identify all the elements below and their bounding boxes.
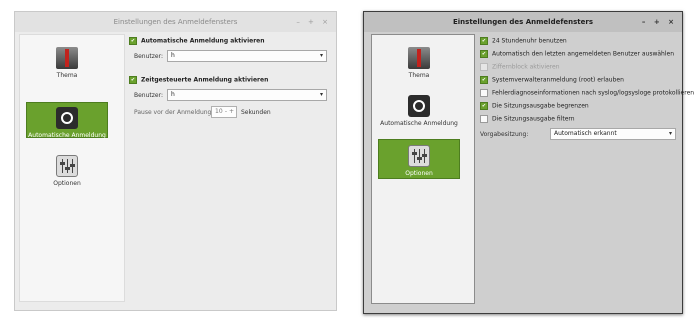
timed-login-checkbox[interactable]: ✔ Zeitgesteuerte Anmeldung aktivieren — [129, 76, 268, 84]
sidebar-item-label: Thema — [408, 72, 430, 79]
checkbox-disabled-icon — [480, 63, 488, 71]
sidebar-item-options[interactable]: Optionen — [378, 139, 460, 179]
pause-seconds-spinner[interactable]: 10 - + — [211, 106, 237, 118]
theme-icon — [56, 47, 78, 69]
option-filter-session-output[interactable]: Die Sitzungsausgabe filtern — [480, 115, 575, 123]
sidebar-item-label: Optionen — [405, 170, 433, 177]
sidebar-item-label: Optionen — [53, 180, 81, 187]
login-settings-window-right: Einstellungen des Anmeldefensters – + × … — [363, 11, 694, 314]
checkbox-checked-icon: ✔ — [480, 102, 488, 110]
spinner-buttons[interactable]: - + — [225, 107, 234, 117]
checkbox-checked-icon: ✔ — [129, 37, 137, 45]
sidebar-item-theme[interactable]: Thema — [26, 47, 108, 79]
user-label: Benutzer: — [134, 53, 163, 60]
title-bar: Einstellungen des Anmeldefensters – + × — [15, 12, 336, 32]
checkbox-checked-icon: ✔ — [129, 76, 137, 84]
sidebar-item-theme[interactable]: Thema — [378, 47, 460, 79]
checkbox-checked-icon: ✔ — [480, 37, 488, 45]
sidebar-item-auto-login[interactable]: Automatische Anmeldung — [378, 95, 460, 127]
window-title: Einstellungen des Anmeldefensters — [453, 18, 593, 26]
theme-icon — [408, 47, 430, 69]
title-bar: Einstellungen des Anmeldefensters – + × — [364, 12, 682, 32]
sidebar: Thema Automatische Anmeldung Optionen — [19, 34, 125, 302]
options-icon — [408, 145, 430, 167]
sidebar-item-auto-login[interactable]: Automatische Anmeldung — [26, 102, 108, 139]
options-icon — [56, 155, 78, 177]
sidebar-item-label: Automatische Anmeldung — [28, 132, 106, 139]
sidebar-item-options[interactable]: Optionen — [26, 155, 108, 187]
sidebar-item-label: Thema — [56, 72, 78, 79]
seconds-label: Sekunden — [241, 109, 271, 116]
window-controls[interactable]: – + × — [642, 12, 677, 32]
chevron-down-icon: ▾ — [319, 91, 323, 98]
window-controls[interactable]: – + × — [296, 12, 331, 32]
chevron-down-icon: ▾ — [319, 52, 323, 59]
auto-login-checkbox[interactable]: ✔ Automatische Anmeldung aktivieren — [129, 37, 265, 45]
checkbox-checked-icon: ✔ — [480, 76, 488, 84]
checkbox-unchecked-icon — [480, 115, 488, 123]
pause-label: Pause vor der Anmeldung: — [134, 109, 214, 116]
auto-login-panel: ✔ Automatische Anmeldung aktivieren Benut… — [129, 34, 333, 302]
auto-login-icon — [408, 95, 430, 117]
option-root-login[interactable]: ✔ Systemverwalteranmeldung (root) erlaube… — [480, 76, 624, 84]
window-title: Einstellungen des Anmeldefensters — [113, 18, 238, 26]
checkbox-unchecked-icon — [480, 89, 488, 97]
option-debug-syslog[interactable]: Fehlerdiagnoseinformationen nach syslog/… — [480, 89, 694, 97]
option-numlock: Ziffernblock aktivieren — [480, 63, 560, 71]
checkbox-checked-icon: ✔ — [480, 50, 488, 58]
timed-login-user-select[interactable]: h ▾ — [167, 89, 327, 101]
option-select-last-user[interactable]: ✔ Automatisch den letzten angemeldeten Be… — [480, 50, 674, 58]
login-settings-window-left: Einstellungen des Anmeldefensters – + × … — [14, 11, 337, 311]
chevron-down-icon: ▾ — [668, 130, 672, 137]
auto-login-icon — [56, 107, 78, 129]
option-limit-session-output[interactable]: ✔ Die Sitzungsausgabe begrenzen — [480, 102, 589, 110]
preset-session-label: Vorgabesitzung: — [480, 131, 529, 138]
option-24h-clock[interactable]: ✔ 24 Stundenuhr benutzen — [480, 37, 567, 45]
sidebar: Thema Automatische Anmeldung Optionen — [371, 34, 475, 304]
options-panel: ✔ 24 Stundenuhr benutzen ✔ Automatisch den… — [480, 34, 694, 306]
sidebar-item-label: Automatische Anmeldung — [380, 120, 458, 127]
auto-login-user-select[interactable]: h ▾ — [167, 50, 327, 62]
user-label: Benutzer: — [134, 92, 163, 99]
preset-session-select[interactable]: Automatisch erkannt ▾ — [550, 128, 676, 140]
